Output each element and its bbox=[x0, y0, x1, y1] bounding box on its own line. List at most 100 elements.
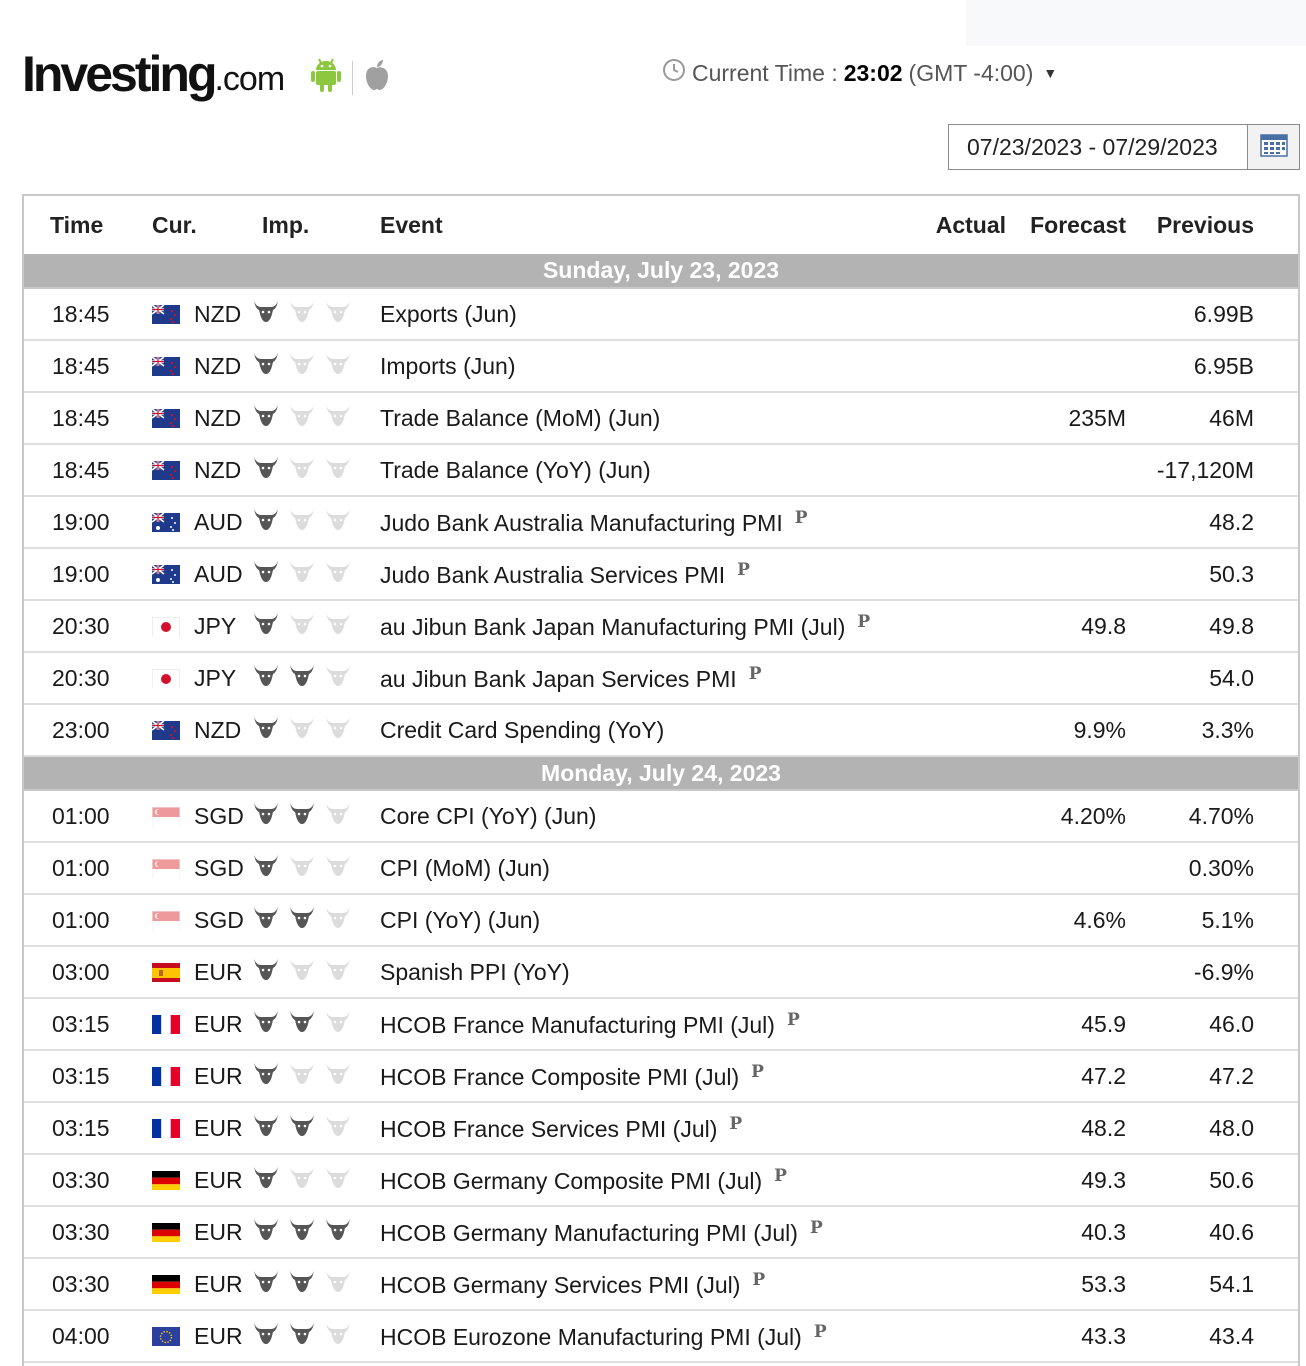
event-name-link[interactable]: Trade Balance (YoY) (Jun) bbox=[380, 457, 651, 483]
event-row[interactable]: 19:00 AUD Judo Bank Australia Services PMI… bbox=[24, 548, 1298, 601]
event-name-link[interactable]: HCOB France Services PMI (Jul) bbox=[380, 1116, 717, 1142]
event-name-link[interactable]: au Jibun Bank Japan Manufacturing PMI (J… bbox=[380, 614, 845, 640]
bull-icon bbox=[324, 852, 352, 884]
event-row[interactable]: 01:00 SGD CPI (MoM) (Jun) 0.30% bbox=[24, 842, 1298, 895]
event-previous: 46M bbox=[1126, 392, 1254, 445]
event-row[interactable]: 01:00 SGD Core CPI (YoY) (Jun) 4.20% 4.70% bbox=[24, 790, 1298, 843]
event-name-cell[interactable]: CPI (YoY) (Jun) bbox=[380, 894, 902, 947]
event-time: 18:45 bbox=[24, 340, 138, 393]
event-row[interactable]: 03:15 EUR HCOB France Services PMI (Jul) P 4… bbox=[24, 1102, 1298, 1155]
event-name-link[interactable]: au Jibun Bank Japan Services PMI bbox=[380, 666, 737, 692]
event-actual bbox=[902, 1154, 1006, 1207]
currency-code: EUR bbox=[194, 1114, 243, 1141]
event-name-cell[interactable]: HCOB Germany Composite PMI (Jul) P bbox=[380, 1154, 902, 1207]
event-row[interactable]: 04:00 EUR HCOB Eurozone Manufacturing PMI … bbox=[24, 1310, 1298, 1363]
bull-icon bbox=[252, 1008, 280, 1040]
event-currency-cell: NZD bbox=[138, 704, 252, 757]
calendar-button[interactable] bbox=[1247, 125, 1299, 169]
event-name-link[interactable]: HCOB Eurozone Manufacturing PMI (Jul) bbox=[380, 1324, 802, 1350]
event-name-link[interactable]: Credit Card Spending (YoY) bbox=[380, 717, 664, 743]
event-name-cell[interactable]: CPI (MoM) (Jun) bbox=[380, 842, 902, 895]
importance-bulls bbox=[252, 1008, 380, 1040]
event-name-link[interactable]: HCOB France Composite PMI (Jul) bbox=[380, 1064, 739, 1090]
event-name-cell[interactable]: Spanish PPI (YoY) bbox=[380, 946, 902, 999]
currency-wrap: NZD bbox=[138, 457, 252, 484]
current-time-selector[interactable]: Current Time : 23:02 (GMT -4:00) ▼ bbox=[662, 58, 1057, 88]
bull-icon bbox=[288, 1216, 316, 1248]
event-row[interactable]: 03:15 EUR HCOB France Composite PMI (Jul) P… bbox=[24, 1050, 1298, 1103]
event-currency-cell: SGD bbox=[138, 790, 252, 843]
event-name-link[interactable]: CPI (MoM) (Jun) bbox=[380, 855, 550, 881]
currency-code: AUD bbox=[194, 508, 243, 535]
event-name-link[interactable]: Trade Balance (MoM) (Jun) bbox=[380, 405, 660, 431]
event-name-cell[interactable]: Imports (Jun) bbox=[380, 340, 902, 393]
currency-code: NZD bbox=[194, 352, 242, 379]
importance-cell bbox=[252, 1258, 380, 1311]
preliminary-badge: P bbox=[794, 507, 808, 528]
currency-code: AUD bbox=[194, 560, 243, 587]
event-name-link[interactable]: Exports (Jun) bbox=[380, 301, 517, 327]
row-pad bbox=[1254, 548, 1298, 601]
event-name-link[interactable]: Core CPI (YoY) (Jun) bbox=[380, 803, 596, 829]
col-header-event: Event bbox=[380, 211, 443, 238]
apple-icon[interactable] bbox=[363, 58, 391, 97]
event-currency-cell: AUD bbox=[138, 496, 252, 549]
event-name-link[interactable]: Spanish PPI (YoY) bbox=[380, 959, 570, 985]
event-row[interactable]: 23:00 NZD Credit Card Spending (YoY) 9.9% 3.… bbox=[24, 704, 1298, 757]
event-previous: 6.99B bbox=[1126, 288, 1254, 341]
event-row[interactable]: 20:30 JPY au Jibun Bank Japan Manufacturin… bbox=[24, 600, 1298, 653]
event-name-cell[interactable]: au Jibun Bank Japan Services PMI P bbox=[380, 652, 902, 705]
event-row[interactable]: 01:00 SGD CPI (YoY) (Jun) 4.6% 5.1% bbox=[24, 894, 1298, 947]
event-time: 19:00 bbox=[24, 548, 138, 601]
event-row[interactable]: 18:45 NZD Imports (Jun) 6.95B bbox=[24, 340, 1298, 393]
event-row[interactable]: 03:30 EUR HCOB Germany Services PMI (Jul) P… bbox=[24, 1258, 1298, 1311]
event-row[interactable]: 18:45 NZD Exports (Jun) 6.99B bbox=[24, 288, 1298, 341]
event-name-cell[interactable]: HCOB Germany Manufacturing PMI (Jul) P bbox=[380, 1206, 902, 1259]
event-name-cell[interactable]: Core CPI (YoY) (Jun) bbox=[380, 790, 902, 843]
event-time: 03:15 bbox=[24, 1050, 138, 1103]
date-range-text[interactable]: 07/23/2023 - 07/29/2023 bbox=[949, 125, 1247, 169]
event-name-cell[interactable]: HCOB France Composite PMI (Jul) P bbox=[380, 1050, 902, 1103]
event-name-cell[interactable]: HCOB France Manufacturing PMI (Jul) P bbox=[380, 998, 902, 1051]
event-row[interactable]: 18:45 NZD Trade Balance (YoY) (Jun) -17,120… bbox=[24, 444, 1298, 497]
event-name-cell[interactable]: Trade Balance (MoM) (Jun) bbox=[380, 392, 902, 445]
event-name-link[interactable]: Imports (Jun) bbox=[380, 353, 515, 379]
event-name-cell[interactable]: Trade Balance (YoY) (Jun) bbox=[380, 444, 902, 497]
event-name-link[interactable]: Judo Bank Australia Services PMI bbox=[380, 562, 725, 588]
event-name-cell[interactable]: HCOB France Services PMI (Jul) P bbox=[380, 1102, 902, 1155]
event-name-cell[interactable]: Credit Card Spending (YoY) bbox=[380, 704, 902, 757]
flag-sg-icon bbox=[152, 806, 180, 826]
event-name-link[interactable]: CPI (YoY) (Jun) bbox=[380, 907, 540, 933]
event-forecast: 49.3 bbox=[1006, 1154, 1126, 1207]
event-name-link[interactable]: Judo Bank Australia Manufacturing PMI bbox=[380, 510, 783, 536]
event-name-link[interactable]: HCOB France Manufacturing PMI (Jul) bbox=[380, 1012, 775, 1038]
bull-icon bbox=[324, 1164, 352, 1196]
event-time: 04:00 bbox=[24, 1310, 138, 1363]
event-row[interactable]: 03:00 EUR Spanish PPI (YoY) -6.9% bbox=[24, 946, 1298, 999]
event-row[interactable]: 18:45 NZD Trade Balance (MoM) (Jun) 235M 46M bbox=[24, 392, 1298, 445]
event-name-cell[interactable]: Judo Bank Australia Manufacturing PMI P bbox=[380, 496, 902, 549]
bull-icon bbox=[252, 956, 280, 988]
event-actual bbox=[902, 704, 1006, 757]
clock-icon bbox=[662, 58, 686, 88]
event-row[interactable]: 03:30 EUR HCOB Germany Manufacturing PMI (… bbox=[24, 1206, 1298, 1259]
investing-logo[interactable]: Investing .com bbox=[22, 44, 285, 104]
event-name-cell[interactable]: HCOB Eurozone Manufacturing PMI (Jul) P bbox=[380, 1310, 902, 1363]
event-name-cell[interactable]: au Jibun Bank Japan Manufacturing PMI (J… bbox=[380, 600, 902, 653]
event-name-link[interactable]: HCOB Germany Manufacturing PMI (Jul) bbox=[380, 1220, 798, 1246]
event-name-cell[interactable]: Judo Bank Australia Services PMI P bbox=[380, 548, 902, 601]
bull-icon bbox=[324, 558, 352, 590]
event-row[interactable]: 20:30 JPY au Jibun Bank Japan Services PMI… bbox=[24, 652, 1298, 705]
event-row[interactable]: 03:30 EUR HCOB Germany Composite PMI (Jul)… bbox=[24, 1154, 1298, 1207]
bull-icon bbox=[288, 714, 316, 746]
event-name-cell[interactable]: Exports (Jun) bbox=[380, 288, 902, 341]
android-icon[interactable] bbox=[310, 56, 342, 99]
event-time: 03:15 bbox=[24, 1102, 138, 1155]
event-row[interactable]: 03:15 EUR HCOB France Manufacturing PMI (J… bbox=[24, 998, 1298, 1051]
event-row[interactable]: 19:00 AUD Judo Bank Australia Manufacturin… bbox=[24, 496, 1298, 549]
event-name-link[interactable]: HCOB Germany Composite PMI (Jul) bbox=[380, 1168, 762, 1194]
date-range-picker[interactable]: 07/23/2023 - 07/29/2023 bbox=[948, 124, 1300, 170]
event-currency-cell: EUR bbox=[138, 998, 252, 1051]
event-name-cell[interactable]: HCOB Germany Services PMI (Jul) P bbox=[380, 1258, 902, 1311]
event-name-link[interactable]: HCOB Germany Services PMI (Jul) bbox=[380, 1272, 740, 1298]
